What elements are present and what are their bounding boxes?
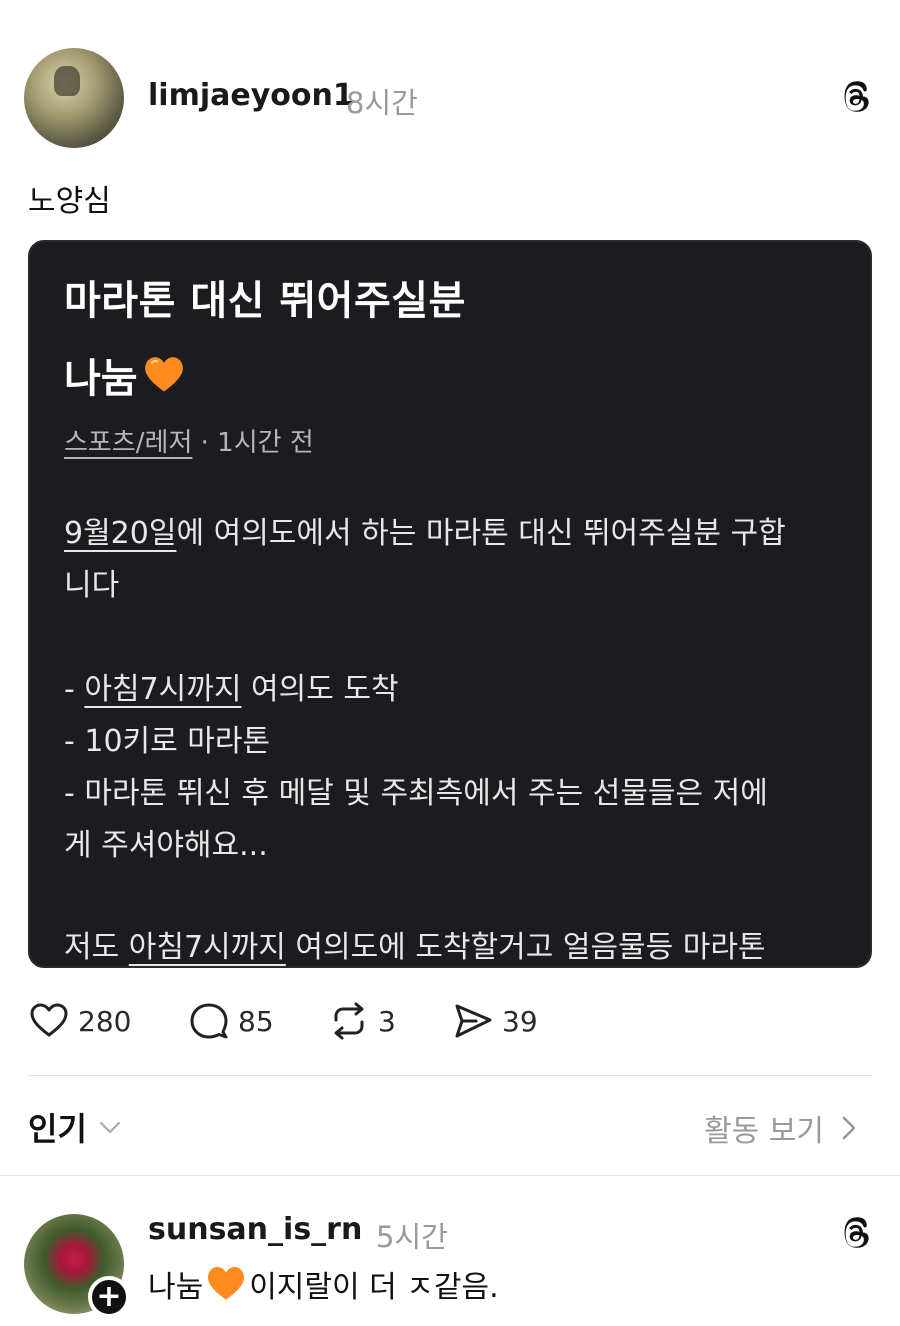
follow-plus-icon[interactable]: + [88, 1276, 130, 1318]
orange-heart-icon [144, 357, 183, 392]
orange-heart-icon [208, 1267, 245, 1300]
card-line: 9월20일에 여의도에서 하는 마라톤 대신 뛰어주실분 구합 [64, 516, 786, 551]
threads-logo-icon[interactable] [836, 1214, 876, 1254]
post-actions: 280 85 3 39 [28, 1000, 628, 1046]
divider [0, 1175, 900, 1176]
comment-button[interactable]: 85 [188, 1000, 274, 1042]
heart-outline-icon [30, 1003, 68, 1037]
post-text: 노양심 [28, 184, 111, 219]
date-link[interactable]: 9월20일 [64, 516, 176, 551]
card-meta: 스포츠/레저 · 1시간 전 [64, 422, 314, 459]
card-title-text: 나눔 [64, 356, 138, 402]
time-link[interactable]: 아침7시까지 [84, 672, 241, 707]
repost-button[interactable]: 3 [328, 1000, 396, 1042]
embedded-post-card[interactable]: 마라톤 대신 뛰어주실분 나눔 스포츠/레저 · 1시간 전 9월20일에 여의… [28, 240, 872, 968]
chevron-down-icon [99, 1121, 120, 1134]
like-count: 280 [78, 1004, 132, 1038]
sort-dropdown[interactable]: 인기 [28, 1104, 123, 1150]
like-button[interactable]: 280 [28, 1000, 131, 1042]
post-time: 8시간 [346, 86, 418, 120]
share-button[interactable]: 39 [452, 1000, 538, 1042]
activity-label: 활동 보기 [704, 1114, 824, 1149]
comment-count: 85 [238, 1004, 274, 1038]
post-header: limjaeyoon1 8시간 [24, 48, 876, 150]
post-username[interactable]: limjaeyoon1 [148, 78, 354, 113]
card-line: 저도 아침7시까지 여의도에 도착할거고 얼음물등 마라톤 [64, 930, 766, 965]
repost-count: 3 [378, 1004, 396, 1038]
divider [28, 1075, 872, 1076]
card-title-line2: 나눔 [64, 346, 186, 404]
reply-time: 5시간 [376, 1220, 448, 1254]
card-line: - 마라톤 뛰신 후 메달 및 주최측에서 주는 선물들은 저에 [64, 776, 768, 811]
reply-item: + sunsan_is_rn 5시간 나눔 이지랄이 더 ㅈ같음. [24, 1212, 876, 1322]
time-link[interactable]: 아침7시까지 [129, 930, 286, 965]
comment-bubble-icon [190, 1003, 228, 1039]
card-line: - 아침7시까지 여의도 도착 [64, 672, 399, 707]
avatar[interactable] [24, 48, 124, 148]
card-category[interactable]: 스포츠/레저 [64, 428, 192, 458]
reply-username[interactable]: sunsan_is_rn [148, 1212, 362, 1247]
card-line: - 10키로 마라톤 [64, 724, 271, 759]
share-count: 39 [502, 1004, 538, 1038]
card-posted-time: · 1시간 전 [192, 428, 314, 458]
chevron-right-icon [842, 1116, 856, 1140]
sort-label: 인기 [28, 1110, 87, 1148]
repost-icon [334, 1002, 364, 1040]
card-line: 니다 [64, 568, 120, 603]
view-activity-link[interactable]: 활동 보기 [704, 1106, 860, 1150]
card-title: 마라톤 대신 뛰어주실분 [64, 278, 466, 324]
reply-text: 나눔 이지랄이 더 ㅈ같음. [148, 1262, 499, 1306]
threads-logo-icon[interactable] [836, 78, 876, 118]
send-icon [455, 1004, 492, 1038]
card-line: 게 주셔야해요... [64, 828, 268, 863]
